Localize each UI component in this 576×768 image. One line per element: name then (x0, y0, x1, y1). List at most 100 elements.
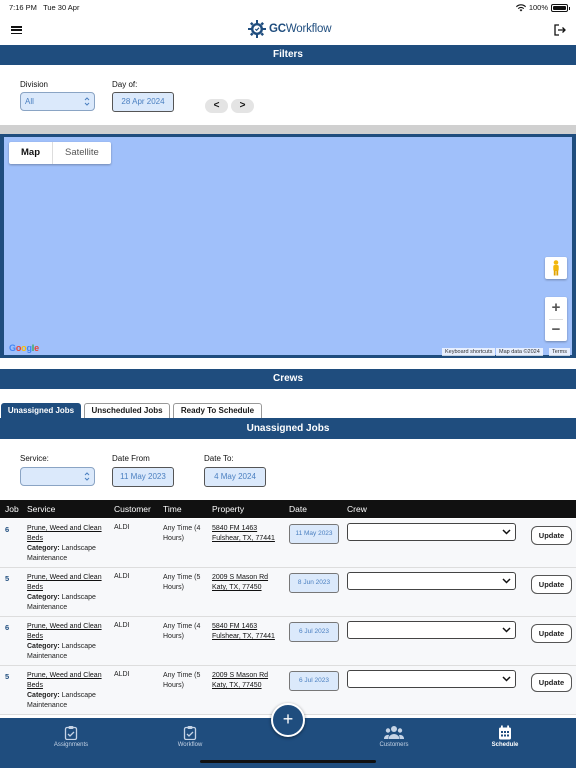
clipboard-check-icon (183, 726, 197, 740)
date-from-label: Date From (112, 454, 150, 463)
jobs-table-header: Job Service Customer Time Property Date … (0, 500, 576, 518)
job-date-field[interactable]: 8 Jun 2023 (289, 573, 339, 593)
property-link[interactable]: 2009 S Mason Rd Katy, TX, 77450 (212, 573, 287, 593)
terms-link[interactable]: Terms (549, 348, 570, 356)
logout-icon[interactable] (553, 23, 567, 37)
day-of-label: Day of: (112, 80, 138, 89)
street-view-button[interactable] (545, 257, 567, 279)
service-link[interactable]: Prune, Weed and Clean Beds (27, 672, 102, 689)
job-date-field[interactable]: 11 May 2023 (289, 524, 339, 544)
division-select[interactable]: All (20, 92, 95, 111)
crew-select[interactable] (347, 621, 516, 639)
division-label: Division (20, 80, 49, 89)
keyboard-shortcuts-link[interactable]: Keyboard shortcuts (442, 348, 496, 356)
map-type-satellite-button[interactable]: Satellite (53, 142, 111, 164)
date-to-field[interactable]: 4 May 2024 (204, 467, 266, 487)
chevron-down-icon (502, 529, 511, 535)
unassigned-jobs-header: Unassigned Jobs (0, 419, 576, 439)
updown-chevron-icon (84, 97, 90, 106)
zoom-controls: + − (545, 297, 567, 341)
date-to-label: Date To: (204, 454, 234, 463)
zoom-out-button[interactable]: − (545, 319, 567, 341)
date-from-field[interactable]: 11 May 2023 (112, 467, 174, 487)
property-link[interactable]: 5840 FM 1463 Fulshear, TX, 77441 (212, 622, 287, 642)
tab-unassigned-jobs[interactable]: Unassigned Jobs (1, 403, 81, 419)
service-select[interactable] (20, 467, 95, 486)
column-header-customer: Customer (114, 504, 151, 514)
gear-logo-icon (248, 20, 266, 38)
wifi-icon (515, 3, 526, 11)
column-header-job: Job (5, 504, 19, 514)
column-header-time: Time (163, 504, 182, 514)
tab-schedule[interactable]: Schedule (465, 725, 545, 748)
crew-select[interactable] (347, 523, 516, 541)
next-day-button[interactable]: > (231, 99, 254, 113)
battery-percent: 100% (528, 3, 548, 12)
job-date-field[interactable]: 6 Jul 2023 (289, 622, 339, 642)
tab-assignments[interactable]: Assignments (31, 725, 111, 748)
job-number: 5 (5, 574, 10, 583)
divider (0, 125, 576, 134)
chevron-down-icon (502, 627, 511, 633)
menu-icon[interactable] (11, 26, 22, 34)
zoom-in-button[interactable]: + (545, 297, 567, 319)
job-number: 6 (5, 623, 10, 632)
calendar-icon (499, 725, 511, 740)
tab-workflow[interactable]: Workflow (150, 725, 230, 748)
status-time: 7:16 PM Tue 30 Apr (9, 3, 80, 12)
column-header-crew: Crew (347, 504, 367, 514)
customer-cell: ALDI (114, 622, 130, 629)
previous-day-button[interactable]: < (205, 99, 228, 113)
property-link[interactable]: 2009 S Mason Rd Katy, TX, 77450 (212, 671, 287, 691)
job-number: 6 (5, 525, 10, 534)
tab-ready-to-schedule[interactable]: Ready To Schedule (173, 403, 262, 419)
crew-select[interactable] (347, 670, 516, 688)
users-icon (384, 726, 404, 739)
tab-customers[interactable]: Customers (354, 725, 434, 748)
pegman-icon (553, 260, 559, 276)
update-button[interactable]: Update (531, 673, 572, 692)
service-label: Service: (20, 454, 49, 463)
time-cell: Any Time (5 Hours) (163, 672, 201, 689)
time-cell: Any Time (4 Hours) (163, 525, 201, 542)
update-button[interactable]: Update (531, 526, 572, 545)
filters-header: Filters (0, 45, 576, 65)
status-bar: 7:16 PM Tue 30 Apr 100% (0, 0, 576, 14)
updown-chevron-icon (84, 472, 90, 481)
service-link[interactable]: Prune, Weed and Clean Beds (27, 525, 102, 542)
top-navigation: GCWorkflow (0, 14, 576, 46)
map-data-attribution: Map data ©2024 (496, 348, 543, 356)
job-number: 5 (5, 672, 10, 681)
property-link[interactable]: 5840 FM 1463 Fulshear, TX, 77441 (212, 524, 287, 544)
home-indicator (200, 760, 376, 763)
add-fab-button[interactable]: + (271, 703, 305, 737)
clipboard-check-icon (64, 726, 78, 740)
service-link[interactable]: Prune, Weed and Clean Beds (27, 574, 102, 591)
update-button[interactable]: Update (531, 575, 572, 594)
day-of-date-field[interactable]: 28 Apr 2024 (112, 92, 174, 112)
map-frame (0, 134, 576, 358)
time-cell: Any Time (5 Hours) (163, 574, 201, 591)
crew-select[interactable] (347, 572, 516, 590)
customer-cell: ALDI (114, 671, 130, 678)
column-header-service: Service (27, 504, 56, 514)
chevron-down-icon (502, 676, 511, 682)
service-link[interactable]: Prune, Weed and Clean Beds (27, 623, 102, 640)
app-logo: GCWorkflow (248, 20, 332, 38)
table-row: 5 Prune, Weed and Clean Beds Category: L… (0, 568, 576, 617)
column-header-date: Date (289, 504, 307, 514)
map-canvas[interactable] (4, 137, 572, 355)
service-cell: Prune, Weed and Clean Beds Category: Lan… (27, 574, 102, 611)
battery-icon (551, 3, 570, 12)
update-button[interactable]: Update (531, 624, 572, 643)
customer-cell: ALDI (114, 573, 130, 580)
table-row: 6 Prune, Weed and Clean Beds Category: L… (0, 617, 576, 666)
crews-header: Crews (0, 369, 576, 389)
chevron-down-icon (502, 578, 511, 584)
tab-unscheduled-jobs[interactable]: Unscheduled Jobs (84, 403, 170, 419)
map-type-map-button[interactable]: Map (9, 142, 53, 164)
service-cell: Prune, Weed and Clean Beds Category: Lan… (27, 623, 102, 660)
customer-cell: ALDI (114, 524, 130, 531)
column-header-property: Property (212, 504, 245, 514)
job-date-field[interactable]: 6 Jul 2023 (289, 671, 339, 691)
